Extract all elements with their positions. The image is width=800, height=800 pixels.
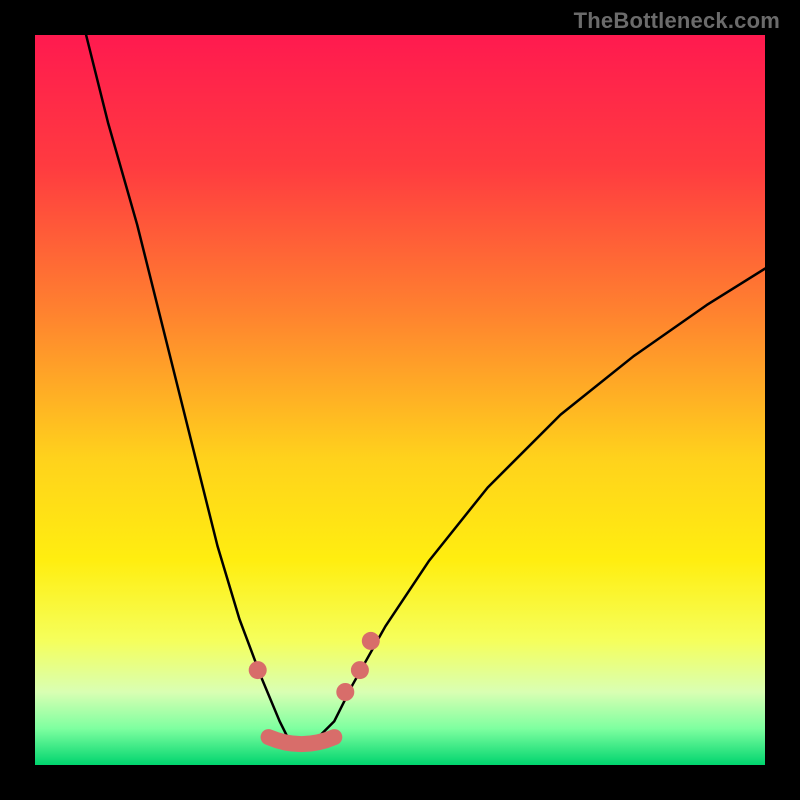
outer-frame: TheBottleneck.com — [0, 0, 800, 800]
watermark-text: TheBottleneck.com — [574, 8, 780, 34]
bottleneck-curve — [86, 35, 765, 750]
valley-band — [269, 737, 335, 744]
highlight-dot — [351, 661, 369, 679]
highlight-dot — [249, 661, 267, 679]
chart-overlay — [35, 35, 765, 765]
highlight-dot — [362, 632, 380, 650]
highlight-dot — [336, 683, 354, 701]
